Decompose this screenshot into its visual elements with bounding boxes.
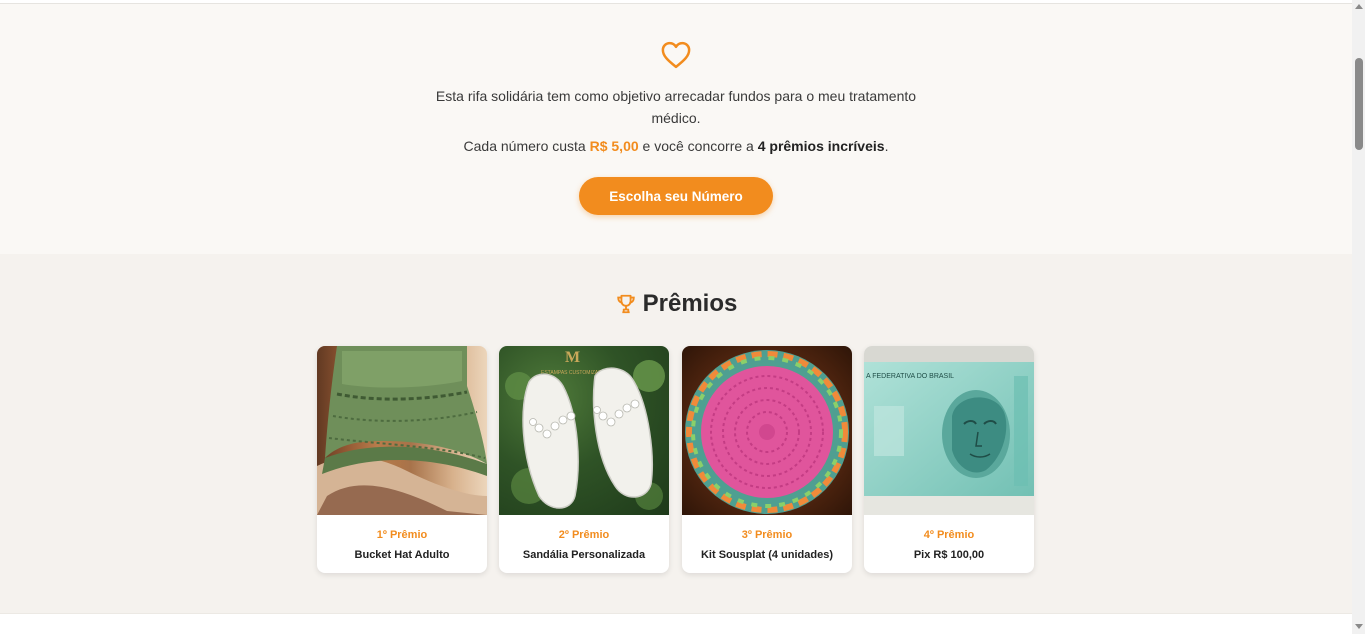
svg-text:M: M [565, 349, 580, 366]
prize-rank: 3º Prêmio [741, 529, 793, 541]
prize-image-banknote: A FEDERATIVA DO BRASIL [864, 346, 1034, 515]
hero-section: Esta rifa solidária tem como objetivo ar… [0, 4, 1352, 254]
prize-rank: 2º Prêmio [558, 529, 610, 541]
banknote-text: A FEDERATIVA DO BRASIL [866, 373, 954, 380]
trophy-icon [616, 294, 635, 314]
prize-card-4[interactable]: A FEDERATIVA DO BRASIL 4º Prêmio Pix R$ … [864, 346, 1034, 573]
prize-name: Sandália Personalizada [522, 549, 646, 561]
price-prefix: Cada número custa [463, 138, 590, 154]
heart-icon [661, 41, 691, 69]
price-middle: e você concorre a [638, 138, 758, 154]
ticket-price: R$ 5,00 [589, 138, 639, 154]
price-suffix: . [884, 138, 889, 154]
price-info: Cada número custa R$ 5,00 e você concorr… [300, 136, 1052, 156]
prize-card-2[interactable]: M ESTAMPAS CUSTOMIZADAS 2º Prêmio Sandál… [499, 346, 669, 573]
prize-image-bucket-hat [317, 346, 487, 515]
prize-image-sousplat [682, 346, 852, 515]
prize-rank: 4º Prêmio [923, 529, 975, 541]
prize-name: Kit Sousplat (4 unidades) [700, 549, 833, 561]
prize-card-1[interactable]: 1º Prêmio Bucket Hat Adulto [317, 346, 487, 573]
prizes-count: 4 prêmios incríveis [757, 138, 885, 154]
scroll-up-arrow-icon[interactable] [1355, 4, 1363, 9]
prize-name: Pix R$ 100,00 [913, 549, 985, 561]
scroll-down-arrow-icon[interactable] [1355, 624, 1363, 629]
prizes-heading: Prêmios [0, 290, 1352, 318]
scroll-thumb[interactable] [1355, 58, 1363, 150]
intro-text: Esta rifa solidária tem como objetivo ar… [435, 88, 917, 126]
prize-rank: 1º Prêmio [376, 529, 428, 541]
prize-image-sandals: M ESTAMPAS CUSTOMIZADAS [499, 346, 669, 515]
prizes-title: Prêmios [642, 290, 738, 317]
prize-card-3[interactable]: 3º Prêmio Kit Sousplat (4 unidades) [682, 346, 852, 573]
prize-name: Bucket Hat Adulto [354, 549, 450, 561]
bottom-divider [0, 613, 1352, 634]
choose-number-button[interactable]: Escolha seu Número [579, 177, 773, 215]
page-scrollbar[interactable] [1352, 0, 1365, 634]
prizes-section: Prêmios 1º Prêmio Bucket Hat Adulto M ES… [0, 254, 1352, 613]
